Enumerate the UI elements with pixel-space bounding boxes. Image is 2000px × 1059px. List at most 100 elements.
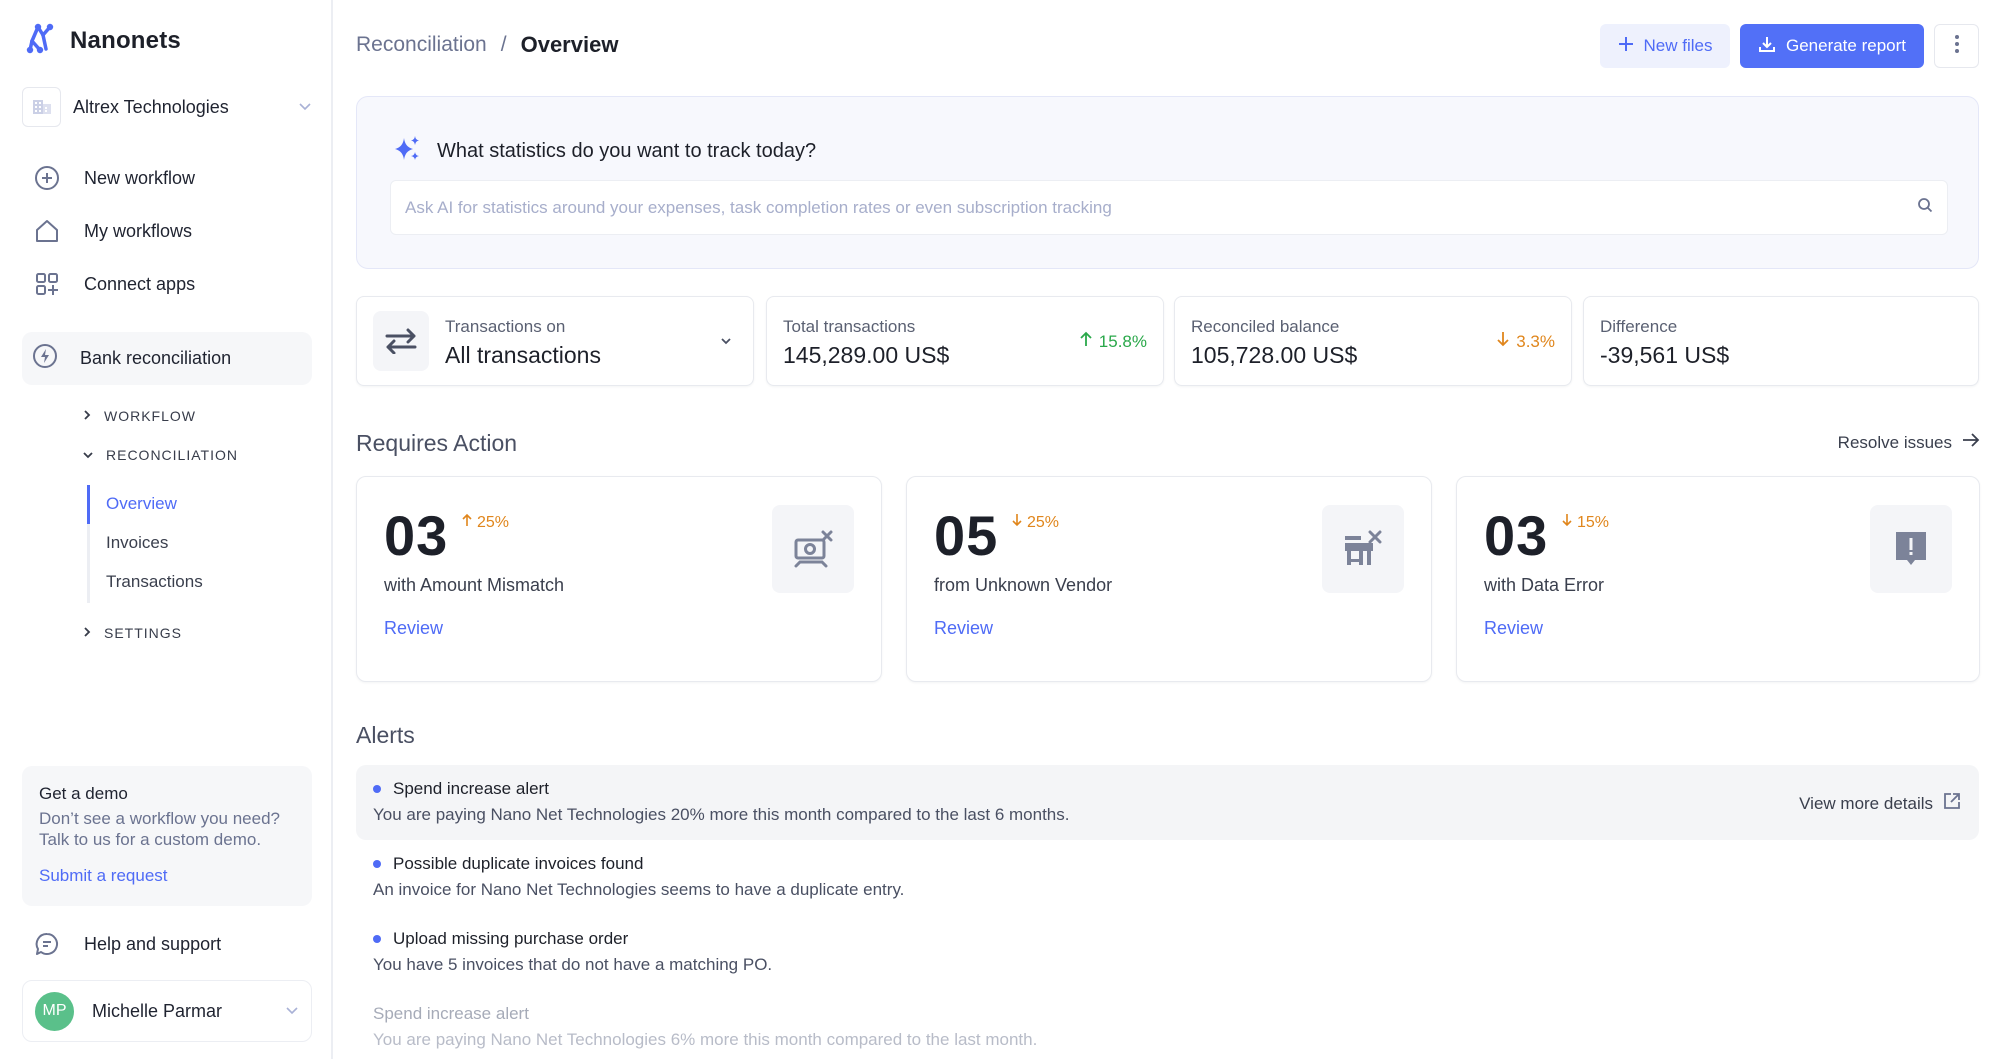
unread-dot-icon [373, 785, 381, 793]
breadcrumb-separator: / [500, 33, 507, 56]
chat-icon [32, 929, 62, 959]
requires-action-title: Requires Action [356, 430, 518, 456]
organization-name: Altrex Technologies [73, 96, 229, 117]
arrow-right-icon [1962, 432, 1980, 453]
help-and-support[interactable]: Help and support [32, 926, 221, 962]
subnav-overview[interactable]: Overview [106, 494, 177, 514]
alert-title-text: Spend increase alert [393, 779, 549, 798]
group-settings[interactable]: SETTINGS [82, 625, 182, 641]
alert-item[interactable]: Upload missing purchase order You have 5… [356, 915, 1979, 990]
action-delta-value: 15% [1577, 513, 1610, 531]
alert-item[interactable]: Spend increase alert You are paying Nano… [356, 765, 1979, 840]
alert-text: You have 5 invoices that do not have a m… [373, 955, 773, 974]
chevron-down-icon [82, 447, 94, 463]
alert-message-icon [1870, 505, 1952, 593]
filter-label: Transactions on [445, 317, 566, 336]
resolve-issues-link[interactable]: Resolve issues [1838, 432, 1980, 453]
demo-text-line: Don’t see a workflow you need? [39, 809, 280, 828]
stat-value: 145,289.00 US$ [783, 342, 950, 368]
alert-item[interactable]: Spend increase alert You are paying Nano… [356, 990, 1979, 1059]
unread-dot-icon [373, 935, 381, 943]
stat-delta: 3.3% [1496, 331, 1555, 352]
action-label: with Data Error [1484, 575, 1605, 595]
nav-connect-apps[interactable]: Connect apps [32, 266, 195, 302]
plus-icon [1618, 36, 1634, 57]
new-files-button[interactable]: New files [1600, 24, 1730, 68]
alert-text: You are paying Nano Net Technologies 20%… [373, 805, 1070, 824]
action-count: 05 [934, 504, 999, 567]
stat-value: -39,561 US$ [1600, 342, 1730, 368]
action-count: 03 [1484, 504, 1549, 567]
external-link-icon [1943, 792, 1961, 815]
resolve-label: Resolve issues [1837, 432, 1952, 452]
swap-arrows-icon [373, 311, 429, 371]
action-delta-value: 25% [477, 513, 510, 531]
ai-search-field[interactable] [390, 180, 1948, 235]
filter-value: All transactions [445, 342, 601, 368]
view-more-label: View more details [1799, 793, 1933, 813]
subnav-invoices[interactable]: Invoices [106, 533, 168, 553]
nav-new-workflow[interactable]: New workflow [32, 160, 195, 196]
action-delta: 25% [461, 513, 509, 532]
subnav-active-indicator [87, 485, 90, 524]
alert-title: Possible duplicate invoices found [373, 854, 1962, 874]
user-name: Michelle Parmar [92, 1000, 223, 1021]
submit-request-link[interactable]: Submit a request [39, 866, 295, 886]
stat-delta: 15.8% [1079, 331, 1147, 352]
store-remove-icon [1322, 505, 1404, 593]
action-label: from Unknown Vendor [934, 575, 1113, 595]
button-label: New files [1643, 36, 1713, 55]
alerts-title: Alerts [356, 722, 415, 748]
brand[interactable]: Nanonets [26, 22, 181, 59]
action-delta: 15% [1561, 513, 1609, 532]
review-link[interactable]: Review [934, 618, 993, 639]
arrow-down-icon [1561, 513, 1573, 532]
organization-selector[interactable]: Altrex Technologies [22, 87, 312, 127]
breadcrumb-parent[interactable]: Reconciliation [356, 33, 487, 57]
ai-statistics-panel: What statistics do you want to track tod… [356, 96, 1979, 269]
chevron-down-icon [719, 333, 733, 351]
sidebar: Nanonets Altrex Technologies New workflo… [0, 0, 333, 1059]
ai-search-input[interactable] [405, 197, 1917, 218]
avatar: MP [35, 991, 74, 1031]
building-icon [22, 87, 61, 127]
nav-label: New workflow [84, 167, 196, 188]
money-mismatch-icon [772, 505, 854, 593]
nav-my-workflows[interactable]: My workflows [32, 213, 192, 249]
sidebar-item-bank-reconciliation[interactable]: Bank reconciliation [22, 332, 312, 385]
search-icon[interactable] [1917, 197, 1933, 218]
group-workflow[interactable]: WORKFLOW [82, 408, 196, 424]
get-demo-card: Get a demo Don’t see a workflow you need… [22, 766, 312, 906]
generate-report-button[interactable]: Generate report [1740, 24, 1924, 68]
help-label: Help and support [84, 933, 222, 954]
home-icon [32, 216, 62, 246]
review-link[interactable]: Review [1484, 618, 1543, 639]
stat-value: 105,728.00 US$ [1191, 342, 1358, 368]
alert-text: You are paying Nano Net Technologies 6% … [373, 1030, 1038, 1049]
user-menu[interactable]: MP Michelle Parmar [22, 980, 312, 1042]
subnav-transactions[interactable]: Transactions [106, 572, 203, 592]
group-reconciliation[interactable]: RECONCILIATION [82, 447, 238, 463]
action-delta: 25% [1011, 513, 1059, 532]
alert-item[interactable]: Possible duplicate invoices found An inv… [356, 840, 1979, 915]
ai-title: What statistics do you want to track tod… [393, 133, 816, 169]
section-label: Bank reconciliation [80, 348, 232, 368]
alert-title: Spend increase alert [373, 779, 1962, 799]
transactions-filter-select[interactable]: Transactions on All transactions [356, 296, 754, 386]
alert-title: Spend increase alert [373, 1004, 1962, 1024]
stat-delta-value: 3.3% [1516, 331, 1555, 351]
action-card-unknown-vendor: 05 25% from Unknown Vendor Review [906, 476, 1432, 682]
group-label: RECONCILIATION [106, 447, 238, 463]
action-card-amount-mismatch: 03 25% with Amount Mismatch Review [356, 476, 882, 682]
lightning-icon [32, 343, 58, 374]
demo-text: Don’t see a workflow you need? Talk to u… [39, 808, 295, 850]
unread-dot-icon [373, 860, 381, 868]
download-icon [1758, 35, 1776, 58]
group-label: WORKFLOW [104, 408, 196, 424]
sparkle-icon [393, 133, 423, 169]
more-vertical-icon [1954, 34, 1960, 59]
review-link[interactable]: Review [384, 618, 443, 639]
view-more-details-link[interactable]: View more details [1799, 792, 1961, 815]
arrow-down-icon [1496, 331, 1510, 352]
more-options-button[interactable] [1934, 24, 1979, 68]
